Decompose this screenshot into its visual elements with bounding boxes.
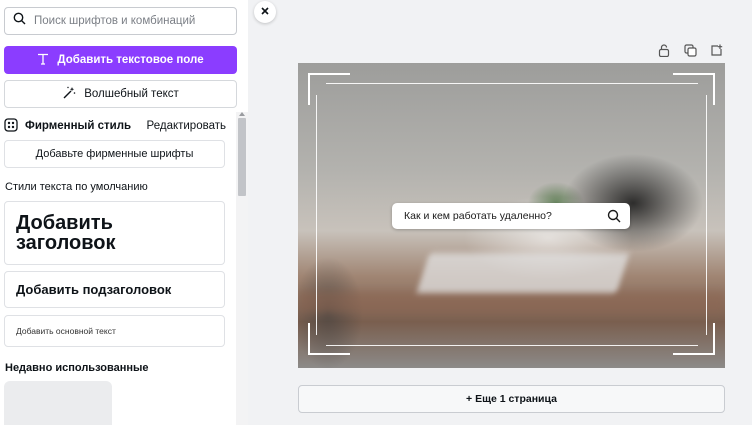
- frame-corner: [713, 73, 715, 105]
- frame-line: [316, 95, 317, 335]
- palette-icon: [4, 117, 18, 135]
- brand-style-title: Фирменный стиль: [25, 120, 132, 132]
- frame-line: [326, 345, 698, 346]
- add-brand-fonts-button[interactable]: Добавьте фирменные шрифты: [4, 140, 225, 168]
- font-search-input[interactable]: [34, 15, 224, 27]
- scrollbar-thumb[interactable]: [238, 118, 246, 196]
- frame-corner: [673, 353, 715, 355]
- add-page-icon[interactable]: [709, 43, 723, 57]
- frame-corner: [308, 323, 310, 355]
- add-body-text-label: Добавить основной текст: [16, 326, 116, 336]
- text-side-panel: Добавить текстовое поле Волшебный текст …: [0, 0, 248, 425]
- page-toolbar: [657, 43, 723, 57]
- lock-icon[interactable]: [657, 43, 671, 57]
- search-icon: [13, 12, 26, 30]
- frame-line: [326, 83, 698, 84]
- add-heading-button[interactable]: Добавить заголовок: [4, 201, 225, 265]
- add-heading-label: Добавить заголовок: [16, 212, 116, 254]
- add-page-button[interactable]: + Еще 1 страница: [298, 385, 725, 413]
- scroll-up-arrow-icon[interactable]: [239, 112, 245, 116]
- default-styles-label: Стили текста по умолчанию: [5, 181, 148, 193]
- add-page-label: + Еще 1 страница: [466, 393, 557, 405]
- add-text-box-label: Добавить текстовое поле: [57, 54, 204, 66]
- magic-text-label: Волшебный текст: [84, 88, 179, 100]
- frame-line: [706, 95, 707, 335]
- magic-text-button[interactable]: Волшебный текст: [4, 80, 237, 108]
- background-table: [298, 291, 725, 313]
- recent-text-thumbnail[interactable]: [4, 381, 112, 425]
- brand-style-edit-link[interactable]: Редактировать: [147, 120, 226, 132]
- frame-corner: [308, 73, 350, 75]
- add-brand-fonts-label: Добавьте фирменные шрифты: [35, 148, 194, 160]
- search-icon: [607, 209, 621, 223]
- canvas-search-text: Как и кем работать удаленно?: [404, 210, 552, 222]
- frame-corner: [308, 353, 350, 355]
- frame-corner: [713, 323, 715, 355]
- duplicate-icon[interactable]: [683, 43, 697, 57]
- font-search-box[interactable]: [4, 7, 237, 35]
- canvas-search-bar[interactable]: Как и кем работать удаленно?: [392, 203, 630, 229]
- add-text-box-button[interactable]: Добавить текстовое поле: [4, 46, 237, 74]
- magic-wand-icon: [62, 86, 76, 103]
- recently-used-label: Недавно использованные: [5, 362, 149, 374]
- brand-style-row: Фирменный стиль Редактировать: [4, 117, 226, 135]
- close-icon: [260, 3, 270, 21]
- add-subheading-button[interactable]: Добавить подзаголовок: [4, 271, 225, 308]
- background-laptop: [416, 253, 630, 293]
- text-icon: [37, 53, 49, 68]
- add-subheading-label: Добавить подзаголовок: [16, 282, 172, 297]
- close-panel-button[interactable]: [254, 1, 276, 23]
- design-page[interactable]: Как и кем работать удаленно?: [298, 63, 725, 368]
- frame-corner: [308, 73, 310, 105]
- frame-corner: [673, 73, 715, 75]
- add-body-text-button[interactable]: Добавить основной текст: [4, 315, 225, 347]
